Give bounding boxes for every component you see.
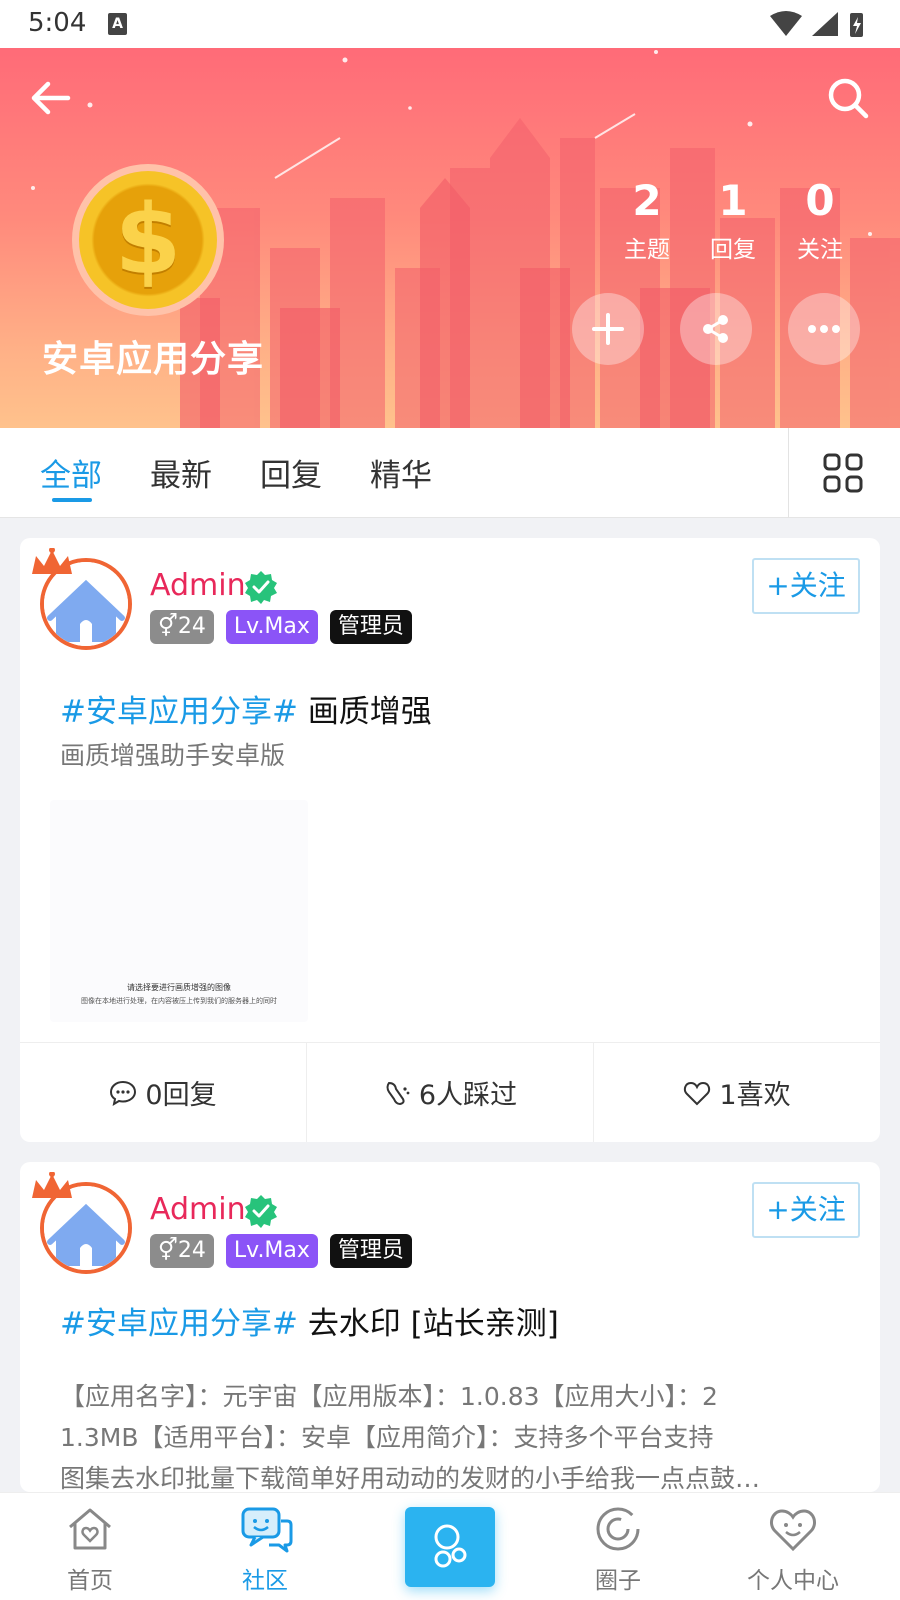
- tab-divider: [788, 428, 789, 518]
- share-button[interactable]: [680, 293, 752, 365]
- dollar-coin-icon: $: [79, 171, 217, 309]
- like-count: 1喜欢: [719, 1080, 791, 1111]
- home-icon: [69, 1508, 111, 1550]
- system-status-icons: [770, 11, 863, 37]
- gender-age-badge: ⚥24: [150, 1234, 214, 1268]
- post-thumbnail[interactable]: 请选择要进行画质增强的图像 图像在本地进行处理，在内容被压上传到我们的服务器上的…: [50, 800, 308, 1022]
- signal-icon: [812, 12, 838, 36]
- heart-icon: [684, 1081, 711, 1105]
- forum-header: $ 安卓应用分享 2 主题 1 回复 0 关注: [0, 48, 900, 428]
- chat-bubbles-icon: [241, 1507, 293, 1553]
- post-description: 【应用名字】：元宇宙【应用版本】：1.0.83【应用大小】：2 1.3MB【适用…: [60, 1376, 840, 1492]
- bottom-navigation: 首页 社区 圈子 个人中心: [0, 1492, 900, 1600]
- forum-name: 安卓应用分享: [42, 339, 265, 380]
- like-action[interactable]: 1喜欢: [594, 1043, 880, 1142]
- role-badge: 管理员: [329, 610, 412, 644]
- level-badge: Lv.Max: [225, 610, 318, 644]
- author-name[interactable]: Admin: [150, 568, 246, 603]
- reply-action[interactable]: 0回复: [20, 1043, 307, 1142]
- nav-community-label: 社区: [242, 1568, 288, 1594]
- forum-avatar: $: [72, 164, 224, 316]
- post-description-line: 1.3MB【适用平台】：安卓【应用简介】：支持多个平台支持: [60, 1423, 714, 1452]
- footprint-icon: [386, 1081, 410, 1105]
- more-icon: [808, 325, 840, 333]
- view-action[interactable]: 6人踩过: [307, 1043, 594, 1142]
- heart-face-icon: [770, 1509, 816, 1552]
- level-badge: Lv.Max: [225, 1234, 318, 1268]
- follow-button[interactable]: +关注: [752, 1182, 860, 1238]
- nav-circles[interactable]: 圈子: [553, 1493, 683, 1600]
- user-badges: ⚥24 Lv.Max 管理员: [150, 610, 412, 644]
- nav-profile[interactable]: 个人中心: [728, 1493, 858, 1600]
- post-description-line: 图集去水印批量下载简单好用动动的发财的小手给我一点点鼓…: [60, 1464, 761, 1492]
- thumbnail-subcaption: 图像在本地进行处理，在内容被压上传到我们的服务器上的同时: [81, 997, 277, 1005]
- gender-icon: ⚥: [158, 1238, 178, 1263]
- wifi-icon: [770, 11, 802, 36]
- post-description: 画质增强助手安卓版: [60, 741, 286, 770]
- nav-home[interactable]: 首页: [25, 1493, 155, 1600]
- follow-button[interactable]: +关注: [752, 558, 860, 614]
- role-badge: 管理员: [329, 1234, 412, 1268]
- active-tab-indicator: [52, 498, 92, 502]
- nav-circles-label: 圈子: [595, 1568, 641, 1594]
- status-time: 5:04: [28, 8, 87, 38]
- stat-topics-value: 2: [632, 176, 662, 225]
- post-card[interactable]: Admin ⚥24 Lv.Max 管理员 +关注 #安卓应用分享# 去水印 [站…: [20, 1162, 880, 1492]
- stat-replies[interactable]: 1 回复: [693, 176, 773, 264]
- more-button[interactable]: [788, 293, 860, 365]
- comment-icon: [110, 1080, 137, 1106]
- topic-tag[interactable]: #安卓应用分享#: [60, 1306, 298, 1342]
- status-bar: 5:04 A: [0, 0, 900, 48]
- tab-all[interactable]: 全部: [40, 450, 102, 495]
- stat-follows-label: 关注: [797, 237, 843, 263]
- post-title-text: 画质增强: [307, 694, 432, 730]
- view-count: 6人踩过: [418, 1080, 518, 1111]
- tab-latest[interactable]: 最新: [150, 450, 212, 495]
- nav-profile-label: 个人中心: [747, 1568, 839, 1594]
- author-name[interactable]: Admin: [150, 1192, 246, 1227]
- nav-community[interactable]: 社区: [200, 1493, 330, 1600]
- stat-topics-label: 主题: [624, 237, 670, 263]
- plus-icon: [592, 313, 624, 345]
- post-actions: 0回复 6人踩过 1喜欢: [20, 1042, 880, 1142]
- circle-target-icon: [596, 1507, 640, 1551]
- crown-icon: [32, 548, 72, 574]
- tab-featured[interactable]: 精华: [370, 450, 432, 495]
- stat-replies-value: 1: [718, 176, 748, 225]
- verified-badge-icon: [245, 1195, 277, 1228]
- crown-icon: [32, 1172, 72, 1198]
- topic-tag[interactable]: #安卓应用分享#: [60, 694, 298, 730]
- stat-replies-label: 回复: [710, 237, 756, 263]
- search-icon[interactable]: [822, 72, 874, 124]
- gender-icon: ⚥: [158, 614, 178, 639]
- gender-age-badge: ⚥24: [150, 610, 214, 644]
- post-title-text: 去水印 [站长亲测]: [307, 1306, 559, 1342]
- age-value: 24: [177, 614, 206, 639]
- share-icon: [703, 315, 728, 343]
- stat-topics[interactable]: 2 主题: [607, 176, 687, 264]
- tab-replies[interactable]: 回复: [260, 450, 322, 495]
- stat-follows[interactable]: 0 关注: [780, 176, 860, 264]
- forum-page: 5:04 A $ 安卓应用分享 2 主题 1 回复 0 关注 全部 最新 回复 …: [0, 0, 900, 1600]
- age-value: 24: [177, 1238, 206, 1263]
- post-card[interactable]: Admin ⚥24 Lv.Max 管理员 +关注 #安卓应用分享# 画质增强 画…: [20, 538, 880, 1142]
- reply-count: 0回复: [145, 1080, 217, 1111]
- grid-view-icon[interactable]: [822, 452, 864, 494]
- post-description-line: 【应用名字】：元宇宙【应用版本】：1.0.83【应用大小】：2: [60, 1382, 718, 1411]
- publish-button[interactable]: [405, 1507, 495, 1587]
- notification-icon: A: [108, 13, 127, 35]
- thumbnail-caption: 请选择要进行画质增强的图像: [127, 983, 231, 992]
- back-arrow-icon[interactable]: [24, 72, 76, 124]
- filter-tabs: 全部 最新 回复 精华: [0, 428, 900, 518]
- bubbles-icon: [434, 1524, 467, 1568]
- nav-home-label: 首页: [67, 1568, 113, 1594]
- post-title[interactable]: #安卓应用分享# 去水印 [站长亲测]: [60, 1298, 559, 1343]
- stat-follows-value: 0: [805, 176, 835, 225]
- post-title[interactable]: #安卓应用分享# 画质增强: [60, 686, 432, 731]
- verified-badge-icon: [245, 571, 277, 604]
- add-button[interactable]: [572, 293, 644, 365]
- user-badges: ⚥24 Lv.Max 管理员: [150, 1234, 412, 1268]
